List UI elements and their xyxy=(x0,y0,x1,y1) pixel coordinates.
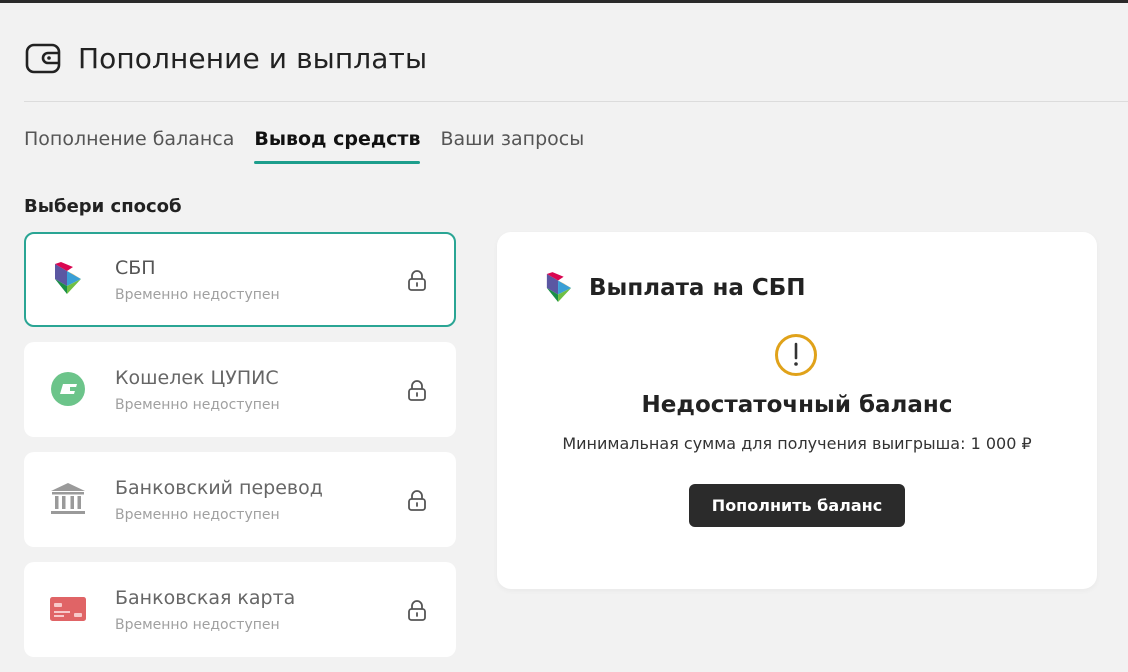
top-up-balance-button[interactable]: Пополнить баланс xyxy=(689,484,905,527)
header-divider xyxy=(24,101,1128,102)
tabs: Пополнение баланса Вывод средств Ваши за… xyxy=(24,128,604,164)
lock-icon xyxy=(408,490,426,511)
cupis-wallet-icon xyxy=(48,371,88,407)
method-title: Кошелек ЦУПИС xyxy=(115,367,279,389)
top-border xyxy=(0,0,1128,3)
method-cupis-wallet[interactable]: Кошелек ЦУПИС Временно недоступен xyxy=(24,342,456,437)
lock-icon xyxy=(408,600,426,621)
page-header: Пополнение и выплаты xyxy=(24,36,427,80)
bank-icon xyxy=(48,481,88,517)
bank-card-icon xyxy=(48,591,88,627)
method-status: Временно недоступен xyxy=(115,287,280,303)
method-bank-transfer[interactable]: Банковский перевод Временно недоступен xyxy=(24,452,456,547)
wallet-icon xyxy=(25,43,61,74)
method-title: Банковский перевод xyxy=(115,477,323,499)
warning-icon xyxy=(775,334,817,376)
method-title: Банковская карта xyxy=(115,587,296,609)
page-title: Пополнение и выплаты xyxy=(78,41,428,75)
method-status: Временно недоступен xyxy=(115,617,280,633)
tab-withdraw[interactable]: Вывод средств xyxy=(254,128,421,164)
lock-icon xyxy=(408,270,426,291)
panel-header: Выплата на СБП xyxy=(545,272,806,304)
payment-methods-list: СБП Временно недоступен Кошелек ЦУПИС Вр… xyxy=(24,232,456,672)
warning-text: Минимальная сумма для получения выигрыша… xyxy=(562,434,1032,453)
tab-requests[interactable]: Ваши запросы xyxy=(440,128,584,164)
method-title: СБП xyxy=(115,257,156,279)
sbp-icon xyxy=(546,272,572,302)
panel-title: Выплата на СБП xyxy=(589,275,806,301)
method-status: Временно недоступен xyxy=(115,397,280,413)
lock-icon xyxy=(408,380,426,401)
section-label: Выбери способ xyxy=(24,196,182,217)
method-sbp[interactable]: СБП Временно недоступен xyxy=(24,232,456,327)
withdrawal-panel: Выплата на СБП Недостаточный баланс Мини… xyxy=(497,232,1097,589)
tab-deposit[interactable]: Пополнение баланса xyxy=(24,128,234,164)
method-status: Временно недоступен xyxy=(115,507,280,523)
sbp-icon xyxy=(48,261,88,297)
method-bank-card[interactable]: Банковская карта Временно недоступен xyxy=(24,562,456,657)
warning-title: Недостаточный баланс xyxy=(641,392,953,418)
